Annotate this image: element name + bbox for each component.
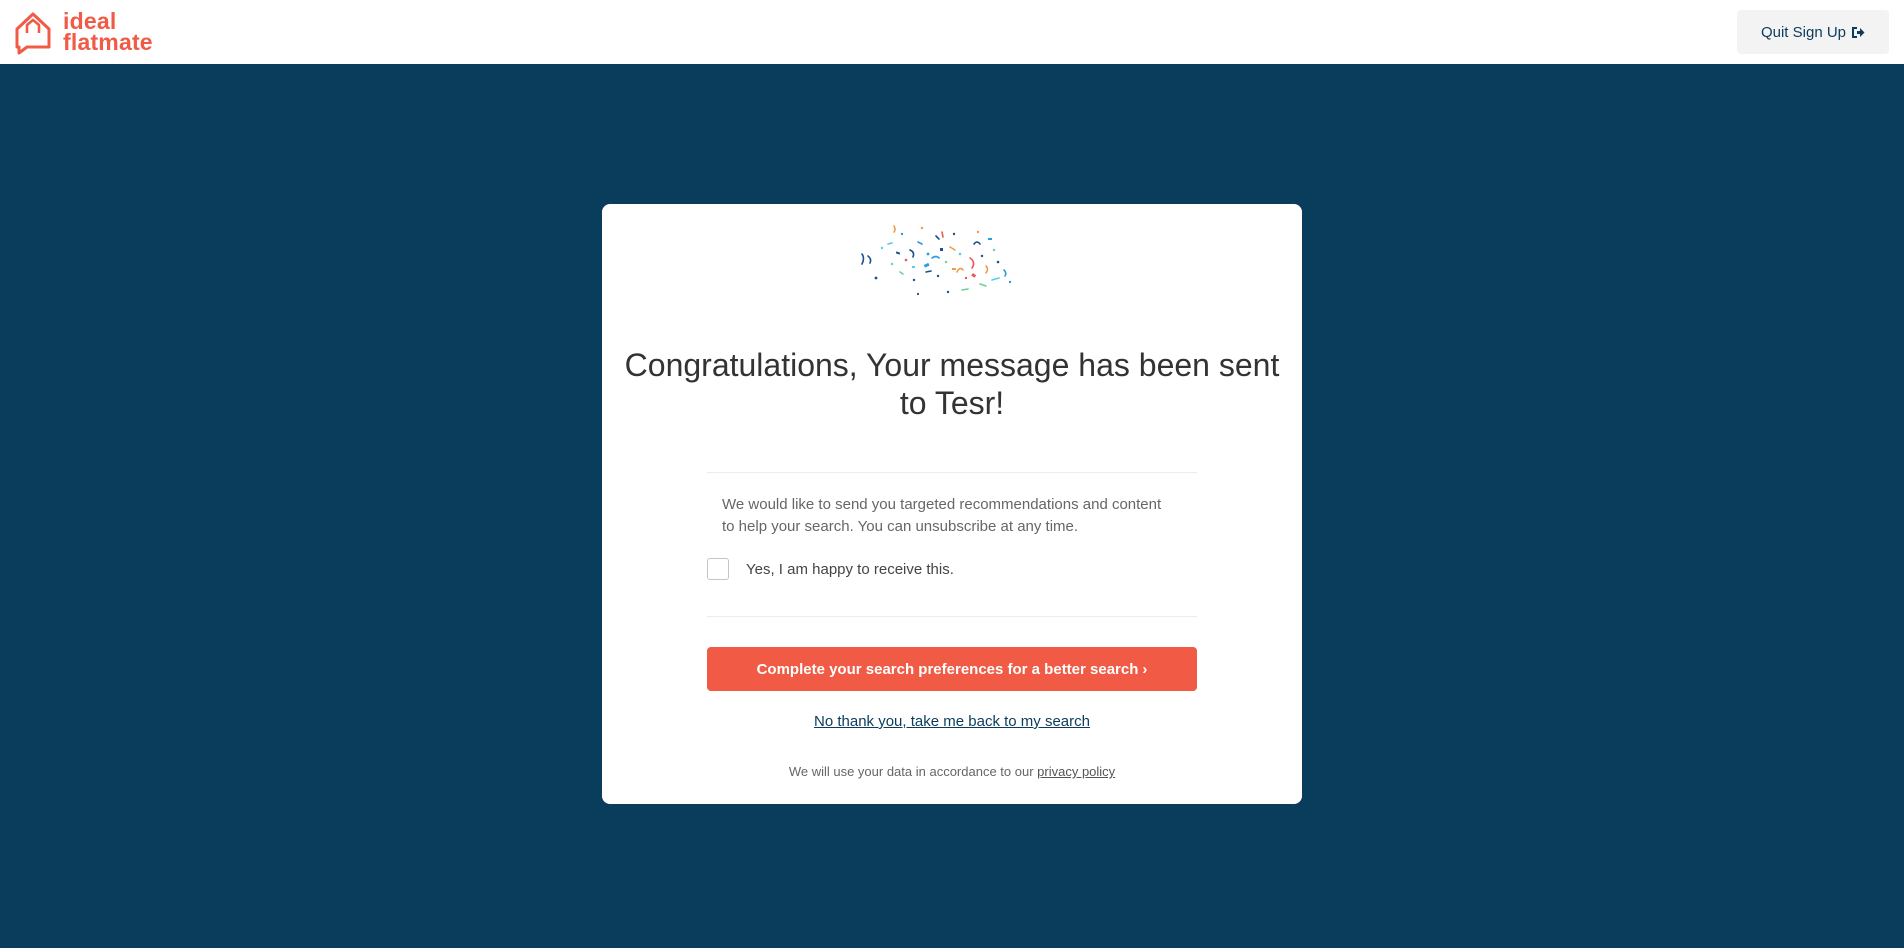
marketing-consent-text: We would like to send you targeted recom… [722, 496, 1162, 535]
privacy-footnote-text: We will use your data in accordance to o… [788, 764, 1038, 779]
back-to-search-link[interactable]: No thank you, take me back to my search [707, 713, 1197, 730]
logo-wordmark: ideal flatmate [63, 10, 153, 55]
marketing-consent-checkbox[interactable] [707, 558, 729, 580]
logo-line-2: flatmate [63, 29, 153, 55]
chevron-right-icon: › [1142, 660, 1148, 678]
privacy-policy-link[interactable]: privacy policy [1037, 764, 1115, 779]
marketing-consent-label[interactable]: Yes, I am happy to receive this. [746, 561, 954, 578]
complete-search-preferences-label: Complete your search preferences for a b… [756, 660, 1139, 678]
success-card: Congratulations, Your message has been s… [602, 204, 1302, 804]
ideal-flatmate-logo[interactable]: ideal flatmate [13, 9, 153, 55]
complete-search-preferences-button[interactable]: Complete your search preferences for a b… [707, 647, 1197, 691]
confetti-icon [861, 225, 1012, 296]
privacy-footnote: We will use your data in accordance to o… [707, 764, 1197, 779]
quit-sign-up-button[interactable]: Quit Sign Up [1737, 10, 1889, 54]
marketing-consent-row: Yes, I am happy to receive this. [707, 558, 954, 580]
sign-out-icon [1852, 26, 1865, 38]
quit-sign-up-label: Quit Sign Up [1760, 23, 1847, 41]
divider [707, 472, 1197, 473]
success-headline: Congratulations, Your message has been s… [624, 347, 1280, 421]
top-bar: ideal flatmate Quit Sign Up [0, 0, 1904, 64]
house-chat-logo-icon [15, 12, 51, 55]
divider [707, 616, 1197, 617]
